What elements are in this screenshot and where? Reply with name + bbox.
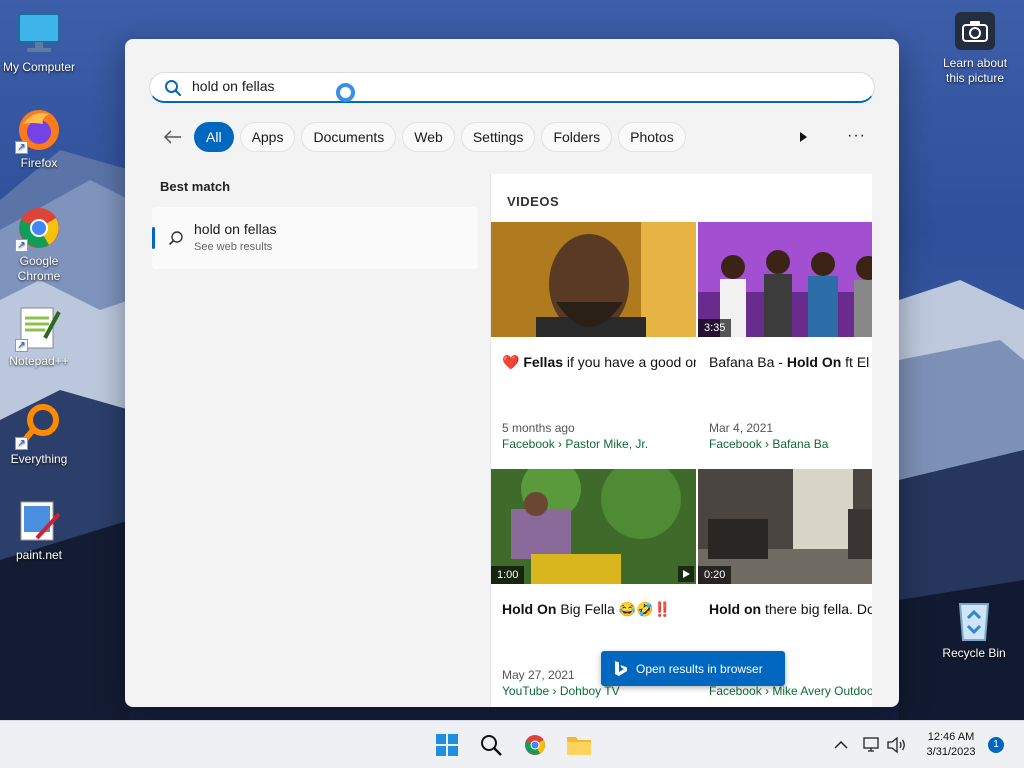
search-panel: All Apps Documents Web Settings Folders … <box>125 39 899 707</box>
search-icon <box>481 735 502 756</box>
filter-settings[interactable]: Settings <box>460 122 536 152</box>
video-duration: 0:20 <box>698 566 732 584</box>
speaker-icon <box>887 737 905 753</box>
monitor-icon <box>15 10 63 58</box>
video-thumbnail: 0:20 <box>698 469 872 584</box>
desktop-icon-label: paint.net <box>15 548 63 562</box>
video-duration: 1:00 <box>491 566 525 584</box>
paintnet-icon <box>15 498 63 546</box>
search-box[interactable] <box>149 72 875 103</box>
recycle-bin-icon <box>950 596 998 644</box>
desktop-icon-label: My Computer <box>2 60 76 74</box>
shortcut-arrow-icon: ↗ <box>15 141 28 154</box>
taskbar-chrome-button[interactable] <box>521 731 549 759</box>
video-date: Mar 4, 2021 <box>709 421 774 435</box>
chevron-up-icon <box>834 740 848 749</box>
video-title: Hold on there big fella. Do you... - Mik… <box>709 601 872 617</box>
busy-cursor-icon <box>336 83 355 102</box>
taskbar-search-button[interactable] <box>477 731 505 759</box>
desktop-icon-chrome[interactable]: ↗ Google Chrome <box>0 204 78 284</box>
volume-button[interactable] <box>883 731 911 759</box>
video-date: 5 months ago <box>502 421 575 435</box>
video-thumbnail: 1:00 <box>491 469 696 584</box>
video-duration: 3:35 <box>698 319 732 337</box>
tray-overflow-button[interactable] <box>827 731 855 759</box>
camera-icon <box>955 12 995 50</box>
filter-bar: All Apps Documents Web Settings Folders … <box>159 121 692 153</box>
desktop-icon-firefox[interactable]: ↗ Firefox <box>0 106 78 171</box>
firefox-icon: ↗ <box>15 106 63 154</box>
start-button[interactable] <box>433 731 461 759</box>
video-date: May 27, 2021 <box>502 668 575 682</box>
open-in-browser-label: Open results in browser <box>636 661 763 676</box>
video-source[interactable]: Facebook › Bafana Ba <box>709 437 828 451</box>
windows-icon <box>436 734 458 756</box>
taskbar: 12:46 AM 3/31/2023 1 <box>0 720 1024 768</box>
back-button[interactable] <box>159 123 187 151</box>
desktop-icon-paintnet[interactable]: paint.net <box>0 498 78 563</box>
bing-icon <box>614 660 628 680</box>
video-source[interactable]: Facebook › Mike Avery Outdoors <box>709 684 872 698</box>
desktop-icon-label: Firefox <box>20 156 58 170</box>
video-title: Hold On Big Fella 😂🤣‼️ <box>502 601 671 617</box>
filter-apps[interactable]: Apps <box>239 122 296 152</box>
arrow-left-icon <box>164 130 181 144</box>
shortcut-arrow-icon: ↗ <box>15 339 28 352</box>
video-title: Bafana Ba - Hold On ft El Dee (Prod by F… <box>709 354 872 370</box>
desktop-icon-label: Learn about this picture <box>942 56 1008 85</box>
notepadpp-icon: ↗ <box>15 304 63 352</box>
filter-photos[interactable]: Photos <box>618 122 686 152</box>
best-match-subtitle: See web results <box>194 241 273 253</box>
chrome-icon <box>525 735 545 755</box>
more-filters-arrow-icon[interactable] <box>795 129 811 145</box>
taskbar-explorer-button[interactable] <box>565 731 593 759</box>
video-source[interactable]: Facebook › Pastor Mike, Jr. <box>502 437 648 451</box>
videos-heading: VIDEOS <box>507 194 560 209</box>
best-match-item[interactable]: hold on fellas See web results <box>152 207 478 269</box>
chrome-icon: ↗ <box>15 204 63 252</box>
folder-icon <box>567 737 591 755</box>
network-button[interactable] <box>858 731 886 759</box>
clock[interactable]: 12:46 AM 3/31/2023 <box>918 730 984 760</box>
desktop-icon-notepadpp[interactable]: ↗ Notepad++ <box>0 304 78 369</box>
shortcut-arrow-icon: ↗ <box>15 437 28 450</box>
clock-time: 12:46 AM <box>927 731 975 743</box>
desktop-icon-recycle-bin[interactable]: Recycle Bin <box>935 596 1013 661</box>
video-card[interactable]: 3:35 Bafana Ba - Hold On ft El Dee (Prod… <box>698 222 872 469</box>
video-card[interactable]: ❤️ Fellas if you have a good one hold...… <box>491 222 696 469</box>
desktop-icon-everything[interactable]: ↗ Everything <box>0 402 78 467</box>
network-icon <box>863 737 879 752</box>
desktop-icon-my-computer[interactable]: My Computer <box>0 10 78 75</box>
best-match-heading: Best match <box>160 179 231 194</box>
filter-documents[interactable]: Documents <box>301 122 397 152</box>
desktop-icon-label: Everything <box>10 452 68 466</box>
learn-about-picture[interactable]: Learn about this picture <box>940 12 1010 86</box>
desktop-icon-label: Notepad++ <box>9 354 69 368</box>
selection-accent <box>152 227 155 249</box>
filter-folders[interactable]: Folders <box>541 122 613 152</box>
video-thumbnail: 3:35 <box>698 222 872 337</box>
more-options-button[interactable]: ··· <box>847 127 866 145</box>
play-icon <box>678 566 694 582</box>
results-pane: VIDEOS ❤️ Fellas if you have a good one … <box>490 174 872 707</box>
notification-badge[interactable]: 1 <box>988 737 1004 753</box>
shortcut-arrow-icon: ↗ <box>15 239 28 252</box>
video-source[interactable]: YouTube › Dohboy TV <box>502 684 620 698</box>
video-thumbnail <box>491 222 696 337</box>
best-match-title: hold on fellas <box>194 221 277 237</box>
search-icon <box>168 230 184 251</box>
filter-web[interactable]: Web <box>402 122 455 152</box>
search-icon <box>164 79 182 102</box>
desktop-icon-label: Recycle Bin <box>942 646 1006 660</box>
magnifier-icon: ↗ <box>15 402 63 450</box>
open-in-browser-button[interactable]: Open results in browser <box>601 651 785 686</box>
filter-all[interactable]: All <box>194 122 234 152</box>
clock-date: 3/31/2023 <box>926 746 976 758</box>
video-title: ❤️ Fellas if you have a good one hold...… <box>502 354 696 370</box>
desktop-icon-label: Google Chrome <box>17 254 61 283</box>
search-input[interactable] <box>192 78 792 94</box>
